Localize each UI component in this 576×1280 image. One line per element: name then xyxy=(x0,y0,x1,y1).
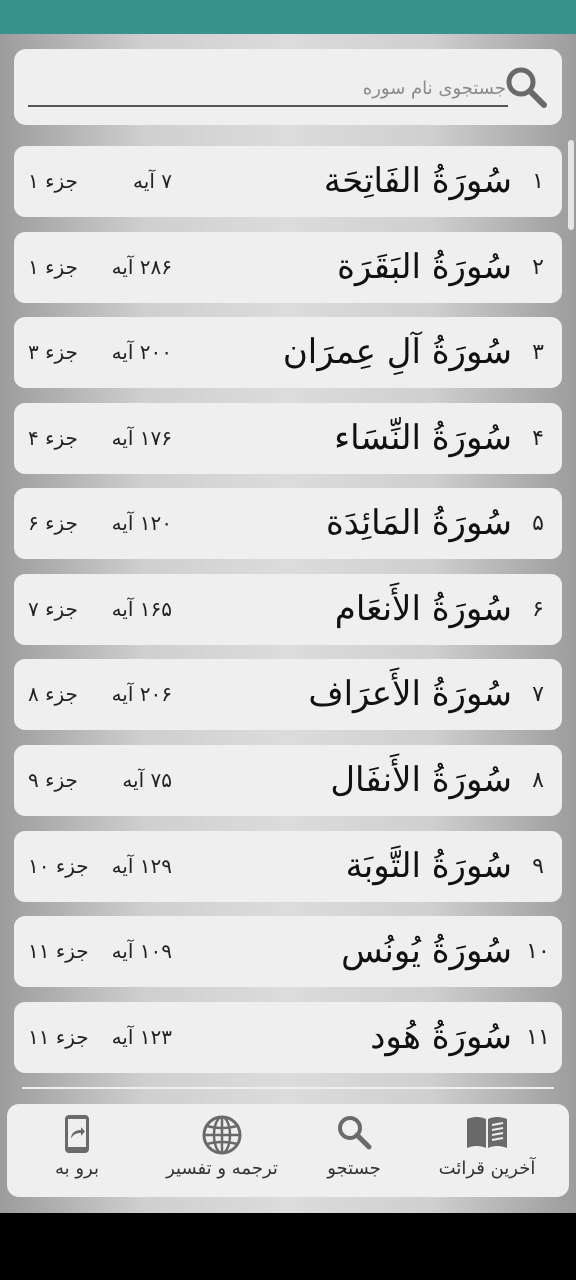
surah-row[interactable]: ۹ سُورَةُ التَّوبَة ۱۲۹ آیه جزء ۱۰ xyxy=(14,831,562,902)
nav-last-read[interactable]: آخرین قرائت xyxy=(417,1104,557,1197)
book-icon xyxy=(467,1117,507,1148)
surah-row[interactable]: ۸ سُورَةُ الأَنفَال ۷۵ آیه جزء ۹ xyxy=(14,745,562,816)
nav-label: برو به xyxy=(54,1158,99,1179)
surah-row[interactable]: ۱۰ سُورَةُ يُونُس ۱۰۹ آیه جزء ۱۱ xyxy=(14,916,562,987)
phone-goto-icon xyxy=(65,1115,89,1153)
search-icon[interactable] xyxy=(504,65,548,109)
ayah-count: ۲۰۰ آیه xyxy=(111,340,172,364)
nav-label: جستجو xyxy=(327,1158,381,1179)
ayah-count: ۷۵ آیه xyxy=(122,768,172,792)
surah-number: ۷ xyxy=(532,682,544,707)
ayah-count: ۱۲۰ آیه xyxy=(111,511,172,535)
juz-number: جزء ۳ xyxy=(28,340,78,364)
system-navigation-area xyxy=(0,1213,576,1280)
juz-number: جزء ۱ xyxy=(28,255,78,279)
surah-name: سُورَةُ الأَعرَاف xyxy=(308,674,512,714)
surah-name: سُورَةُ الأَنفَال xyxy=(330,760,512,800)
surah-name: سُورَةُ البَقَرَة xyxy=(337,247,512,287)
surah-number: ۴ xyxy=(532,426,544,451)
status-bar xyxy=(0,0,576,34)
surah-number: ۵ xyxy=(532,511,544,536)
surah-number: ۱۰ xyxy=(526,939,550,964)
nav-label: ترجمه و تفسیر xyxy=(166,1158,278,1179)
globe-icon xyxy=(202,1115,242,1155)
list-next-item-edge xyxy=(22,1087,554,1089)
search-input[interactable] xyxy=(28,71,508,107)
juz-number: جزء ۹ xyxy=(28,768,78,792)
surah-name: سُورَةُ هُود xyxy=(370,1017,512,1057)
search-bar xyxy=(14,49,562,125)
nav-search[interactable]: جستجو xyxy=(284,1104,424,1197)
surah-name: سُورَةُ المَائِدَة xyxy=(325,503,512,543)
surah-row[interactable]: ۱۱ سُورَةُ هُود ۱۲۳ آیه جزء ۱۱ xyxy=(14,1002,562,1073)
surah-row[interactable]: ۵ سُورَةُ المَائِدَة ۱۲۰ آیه جزء ۶ xyxy=(14,488,562,559)
juz-number: جزء ۶ xyxy=(28,511,78,535)
bottom-navigation: برو به ترجمه و تفسیر جستجو آخرین قرائت xyxy=(7,1104,569,1197)
ayah-count: ۷ آیه xyxy=(133,169,172,193)
ayah-count: ۱۶۵ آیه xyxy=(111,597,172,621)
nav-label: آخرین قرائت xyxy=(438,1158,536,1179)
juz-number: جزء ۱ xyxy=(28,169,78,193)
surah-row[interactable]: ۷ سُورَةُ الأَعرَاف ۲۰۶ آیه جزء ۸ xyxy=(14,659,562,730)
surah-row[interactable]: ۲ سُورَةُ البَقَرَة ۲۸۶ آیه جزء ۱ xyxy=(14,232,562,303)
ayah-count: ۱۲۹ آیه xyxy=(111,854,172,878)
nav-goto[interactable]: برو به xyxy=(7,1104,147,1197)
juz-number: جزء ۸ xyxy=(28,682,78,706)
ayah-count: ۲۸۶ آیه xyxy=(111,255,172,279)
surah-name: سُورَةُ آلِ عِمرَان xyxy=(282,332,512,372)
juz-number: جزء ۴ xyxy=(28,426,78,450)
surah-number: ۱ xyxy=(532,169,544,194)
surah-number: ۶ xyxy=(532,597,544,622)
surah-name: سُورَةُ النِّسَاء xyxy=(334,418,512,458)
scrollbar[interactable] xyxy=(568,140,574,230)
ayah-count: ۱۰۹ آیه xyxy=(111,939,172,963)
surah-number: ۲ xyxy=(532,255,544,280)
ayah-count: ۲۰۶ آیه xyxy=(111,682,172,706)
surah-list[interactable]: ۱ سُورَةُ الفَاتِحَة ۷ آیه جزء ۱ ۲ سُورَ… xyxy=(0,146,576,1090)
surah-name: سُورَةُ الفَاتِحَة xyxy=(323,161,512,201)
juz-number: جزء ۱۰ xyxy=(28,854,89,878)
surah-row[interactable]: ۶ سُورَةُ الأَنعَام ۱۶۵ آیه جزء ۷ xyxy=(14,574,562,645)
surah-number: ۸ xyxy=(532,768,544,793)
surah-row[interactable]: ۱ سُورَةُ الفَاتِحَة ۷ آیه جزء ۱ xyxy=(14,146,562,217)
surah-name: سُورَةُ يُونُس xyxy=(341,931,512,971)
nav-translation[interactable]: ترجمه و تفسیر xyxy=(152,1104,292,1197)
surah-row[interactable]: ۳ سُورَةُ آلِ عِمرَان ۲۰۰ آیه جزء ۳ xyxy=(14,317,562,388)
surah-row[interactable]: ۴ سُورَةُ النِّسَاء ۱۷۶ آیه جزء ۴ xyxy=(14,403,562,474)
ayah-count: ۱۲۳ آیه xyxy=(111,1025,172,1049)
surah-name: سُورَةُ الأَنعَام xyxy=(334,589,512,629)
surah-name: سُورَةُ التَّوبَة xyxy=(345,846,512,886)
surah-number: ۹ xyxy=(532,854,544,879)
surah-number: ۳ xyxy=(532,340,544,365)
juz-number: جزء ۱۱ xyxy=(28,1025,89,1049)
search-icon xyxy=(338,1116,372,1150)
ayah-count: ۱۷۶ آیه xyxy=(111,426,172,450)
juz-number: جزء ۷ xyxy=(28,597,78,621)
juz-number: جزء ۱۱ xyxy=(28,939,89,963)
surah-number: ۱۱ xyxy=(526,1025,550,1050)
